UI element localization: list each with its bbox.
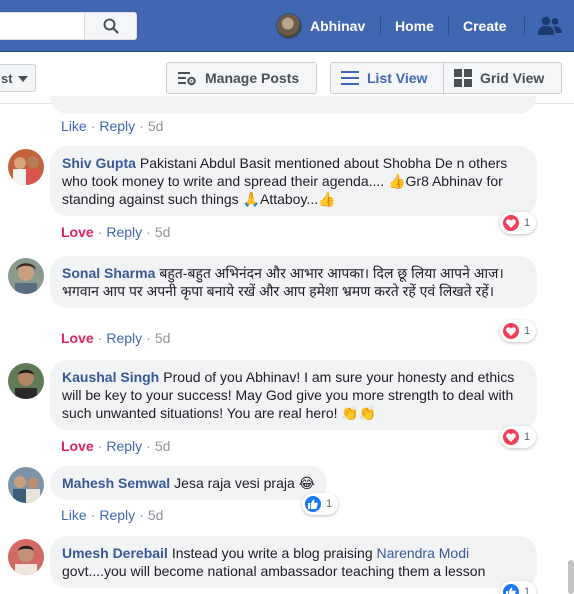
avatar[interactable]: [8, 258, 44, 294]
reply-link[interactable]: Reply: [106, 330, 142, 346]
comment-actions: Love · Reply · 5d: [61, 224, 171, 240]
reaction-count[interactable]: 1: [302, 493, 339, 515]
comment-author[interactable]: Mahesh Semwal: [62, 475, 170, 491]
search-icon: [103, 18, 119, 34]
reaction-count-value: 1: [524, 325, 531, 337]
page: Abhinav Home Create st Manage Posts List…: [0, 0, 574, 594]
reaction-count-value: 1: [524, 217, 531, 229]
comment-author[interactable]: Shiv Gupta: [62, 155, 136, 171]
comment-bubble: Shiv Gupta Pakistani Abdul Basit mentione…: [50, 146, 537, 216]
timestamp[interactable]: 5d: [155, 224, 171, 240]
thumbs-up-icon: [305, 496, 321, 512]
avatar: [276, 13, 302, 39]
sort-dropdown-label: st: [1, 71, 13, 86]
heart-icon: [503, 215, 519, 231]
like-link[interactable]: Like: [61, 118, 87, 134]
comment-bubble: Mahesh Semwal Jesa raja vesi praja 😂: [50, 466, 328, 500]
love-link[interactable]: Love: [61, 330, 94, 346]
list-view-icon: [341, 71, 359, 85]
reply-link[interactable]: Reply: [99, 507, 135, 523]
avatar[interactable]: [8, 539, 44, 575]
timestamp[interactable]: 5d: [155, 438, 171, 454]
user-name: Abhinav: [310, 18, 366, 34]
comment-bubble: Umesh Derebail Instead you write a blog p…: [50, 536, 537, 588]
grid-view-icon: [454, 69, 472, 87]
reply-link[interactable]: Reply: [99, 118, 135, 134]
comment-bubble: Sonal Sharma बहुत-बहुत अभिनंदन और आभार आप…: [50, 256, 537, 308]
heart-icon: [503, 323, 519, 339]
scrollbar[interactable]: [568, 560, 574, 594]
reaction-count[interactable]: 1: [500, 581, 537, 594]
heart-icon: [503, 429, 519, 445]
avatar[interactable]: [8, 363, 44, 399]
create-link[interactable]: Create: [463, 18, 507, 34]
reaction-count-value: 1: [326, 498, 333, 510]
comment-text: Jesa raja vesi praja 😂: [174, 475, 316, 491]
reply-link[interactable]: Reply: [106, 438, 142, 454]
profile-link[interactable]: Abhinav: [276, 13, 365, 39]
manage-posts-icon: [177, 70, 197, 86]
love-link[interactable]: Love: [61, 224, 94, 240]
previous-comment-bubble: [50, 96, 536, 114]
comment-text-before: Instead you write a blog praising: [171, 545, 373, 561]
comments-feed: Like · Reply · 5d Shiv Gupta Pakistani Abdul …: [0, 96, 574, 594]
timestamp[interactable]: 5d: [148, 507, 164, 523]
friends-icon[interactable]: [538, 16, 562, 36]
reaction-count-value: 1: [524, 586, 531, 594]
comment-text-after: govt....you will become national ambassa…: [62, 563, 486, 579]
search-input[interactable]: [0, 12, 137, 40]
grid-view-label: Grid View: [480, 70, 545, 86]
sort-dropdown[interactable]: st: [0, 64, 36, 92]
comment-actions: Like · Reply · 5d: [61, 507, 164, 523]
grid-view-button[interactable]: Grid View: [443, 62, 562, 94]
reaction-count[interactable]: 1: [500, 212, 537, 234]
avatar[interactable]: [8, 467, 44, 503]
comment-author[interactable]: Sonal Sharma: [62, 265, 155, 281]
comment-actions: Love · Reply · 5d: [61, 438, 171, 454]
comment-bubble: Kaushal Singh Proud of you Abhinav! I am …: [50, 360, 537, 430]
nav-divider: [524, 17, 525, 35]
timestamp[interactable]: 5d: [155, 330, 171, 346]
comment-author[interactable]: Kaushal Singh: [62, 369, 159, 385]
manage-posts-button[interactable]: Manage Posts: [166, 62, 317, 94]
comment-author[interactable]: Umesh Derebail: [62, 545, 168, 561]
top-nav-bar: Abhinav Home Create: [0, 0, 574, 52]
like-link[interactable]: Like: [61, 507, 87, 523]
reaction-count[interactable]: 1: [500, 426, 537, 448]
chevron-down-icon: [18, 76, 28, 82]
timestamp[interactable]: 5d: [148, 118, 164, 134]
home-link[interactable]: Home: [395, 18, 434, 34]
thumbs-up-icon: [503, 584, 519, 594]
love-link[interactable]: Love: [61, 438, 94, 454]
list-view-button[interactable]: List View: [330, 62, 444, 94]
reply-link[interactable]: Reply: [106, 224, 142, 240]
comment-actions: Love · Reply · 5d: [61, 330, 171, 346]
previous-comment-actions: Like · Reply · 5d: [61, 118, 164, 134]
manage-posts-label: Manage Posts: [205, 70, 300, 86]
reaction-count[interactable]: 1: [500, 320, 537, 342]
nav-divider: [380, 17, 381, 35]
list-view-label: List View: [367, 70, 428, 86]
nav-divider: [448, 17, 449, 35]
avatar[interactable]: [8, 149, 44, 185]
mention-link[interactable]: Narendra Modi: [377, 545, 470, 561]
reaction-count-value: 1: [524, 431, 531, 443]
search-button[interactable]: [84, 13, 136, 39]
